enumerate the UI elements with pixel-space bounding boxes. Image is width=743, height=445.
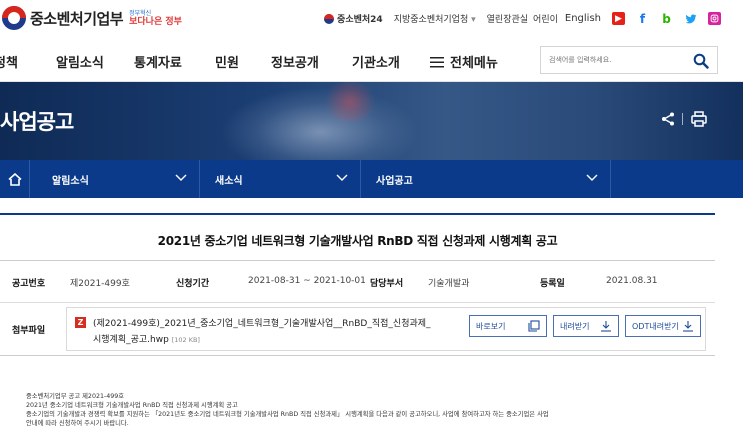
utility-links: 중소벤처24 지방중소벤처기업청 ▾ 열린장관실 어린이 English ▶ f… [324,12,721,26]
content-top-rule [0,213,715,215]
download-icon [601,321,611,332]
location-bar: 알림소식 새소식 사업공고 [0,160,743,198]
banner-decoration-accent [320,82,380,122]
download-button-label: 내려받기 [560,321,590,331]
department-label: 담당부서 [370,279,404,289]
nav-policy[interactable]: 정책 [0,52,18,71]
nav-statistics[interactable]: 통계자료 [134,52,182,71]
banner-divider [682,113,683,125]
instagram-icon[interactable] [708,12,721,25]
link-kids[interactable]: 어린이 [533,12,558,25]
attachment-file-name2: 시행계획_공고.hwp [93,335,169,345]
nav-all-menu-label: 전체메뉴 [450,56,498,71]
chevron-down-icon: ▾ [471,15,476,25]
link-english[interactable]: English [565,13,601,24]
page-title: 사업공고 [0,110,74,134]
link-site24[interactable]: 중소벤처24 [324,12,383,25]
download-button[interactable]: 내려받기 [553,315,619,337]
attachment-label: 첨부파일 [12,326,46,336]
odt-download-button-label: ODT내려받기 [632,321,679,331]
search-input[interactable] [549,53,689,67]
notice-no-label: 공고번호 [12,279,46,289]
page-banner: 사업공고 [0,82,743,160]
search-box [540,46,718,74]
location-depth1-label: 알림소식 [52,176,89,187]
gov-innovation-big: 보다나은 정부 [129,16,182,27]
home-icon [7,172,22,186]
taegeuk-small-icon [324,13,335,24]
hwp-file-icon: Z [75,317,86,328]
nav-news[interactable]: 알림소식 [56,52,104,71]
youtube-icon[interactable]: ▶ [612,12,625,25]
preview-icon [528,320,540,332]
post-info-row: 공고번호 제2021-499호 신청기간 2021-08-31 ~ 2021-1… [0,261,715,303]
period-label: 신청기간 [176,279,210,289]
odt-download-button[interactable]: ODT내려받기 [625,315,701,337]
body-line: 안내에 따라 신청하여 주시기 바랍니다. [26,420,129,427]
attachment-file-link-cont[interactable]: 시행계획_공고.hwp [102 KB] [93,332,200,345]
link-regional[interactable]: 지방중소벤처기업청 ▾ [394,12,476,25]
location-depth2-label: 새소식 [215,176,243,187]
download-icon [683,321,693,332]
view-button[interactable]: 바로보기 [469,315,547,337]
period-value: 2021-08-31 ~ 2021-10-01 [248,276,366,286]
chevron-down-icon [175,174,187,181]
chevron-down-icon [336,174,348,181]
site-logo[interactable]: 중소벤처기업부 정부혁신 보다나은 정부 [2,6,182,30]
file-size: [102 KB] [171,336,200,344]
reg-date-value: 2021.08.31 [606,276,658,286]
nav-about[interactable]: 기관소개 [352,52,400,71]
link-regional-label: 지방중소벤처기업청 [393,15,469,25]
twitter-icon[interactable] [684,12,697,25]
hamburger-icon [430,56,444,67]
attachment-file-link[interactable]: (제2021-499호)_2021년_중소기업_네트워크형_기술개발사업__Rn… [93,316,431,329]
location-depth1[interactable]: 알림소식 [30,160,200,198]
gov-innovation-small: 정부혁신 [129,9,152,17]
print-icon[interactable] [690,110,708,128]
nav-complaints[interactable]: 민원 [215,52,239,71]
body-line: 중소기업의 기술개발과 경쟁력 확보를 지원하는 「2021년도 중소기업 네트… [26,411,549,418]
attachment-row: 첨부파일 Z (제2021-499호)_2021년_중소기업_네트워크형_기술개… [0,303,715,356]
body-line: 중소벤처기업부 공고 제2021-499호 [26,393,125,400]
location-depth2[interactable]: 새소식 [200,160,361,198]
link-site24-label: 중소벤처24 [337,15,383,25]
share-icon[interactable] [660,111,676,127]
gov-innovation-logo: 정부혁신 보다나은 정부 [129,10,182,27]
home-button[interactable] [0,160,30,198]
notice-no-value: 제2021-499호 [70,279,130,289]
reg-date-label: 등록일 [540,279,565,289]
main-navigation: 정책 알림소식 통계자료 민원 정보공개 기관소개 전체메뉴 [0,38,743,82]
link-open-minister[interactable]: 열린장관실 [487,12,528,25]
blog-icon[interactable]: b [660,12,673,26]
body-line: 2021년 중소기업 네트워크형 기술개발사업 RnBD 직접 신청과제 시행계… [26,402,238,409]
logo-text: 중소벤처기업부 [30,9,124,28]
department-value: 기술개발과 [428,279,470,289]
location-depth3-label: 사업공고 [376,176,413,187]
post-body: 중소벤처기업부 공고 제2021-499호 2021년 중소기업 네트워크형 기… [26,392,726,428]
top-bar: 중소벤처기업부 정부혁신 보다나은 정부 중소벤처24 지방중소벤처기업청 ▾ … [0,0,743,38]
location-depth3[interactable]: 사업공고 [361,160,611,198]
view-button-label: 바로보기 [476,321,506,331]
nav-information-disclosure[interactable]: 정보공개 [271,52,319,71]
taegeuk-logo-icon [2,6,26,30]
post-title: 2021년 중소기업 네트워크형 기술개발사업 RnBD 직접 신청과제 시행계… [157,234,558,248]
facebook-icon[interactable]: f [636,12,649,26]
search-icon[interactable] [693,53,709,69]
chevron-down-icon [586,174,598,181]
attachment-box: Z (제2021-499호)_2021년_중소기업_네트워크형_기술개발사업__… [66,307,706,351]
nav-all-menu[interactable]: 전체메뉴 [430,52,498,71]
